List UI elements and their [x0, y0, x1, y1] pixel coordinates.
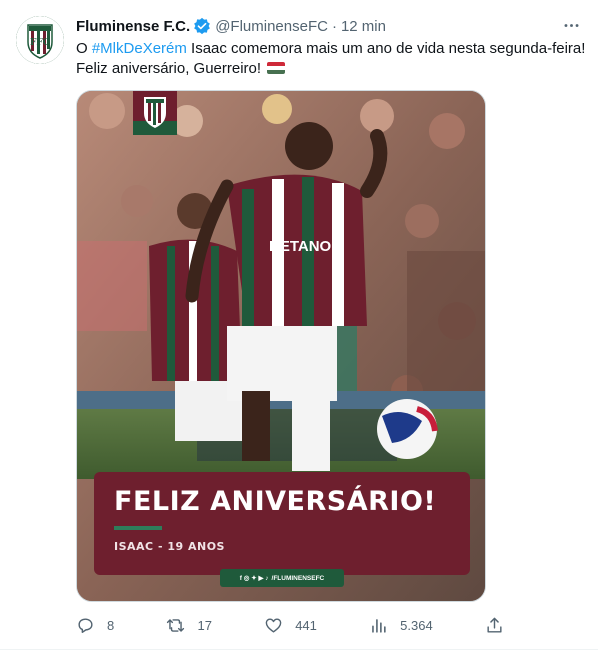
tweet-text: O #MlkDeXerém Isaac comemora mais um ano…	[76, 39, 586, 79]
hashtag-link[interactable]: #MlkDeXerém	[92, 40, 187, 57]
banner-title: FELIZ ANIVERSÁRIO!	[114, 486, 437, 517]
retweet-button[interactable]: 17	[166, 616, 212, 635]
birthday-banner: FELIZ ANIVERSÁRIO! ISAAC - 19 ANOS	[94, 472, 470, 575]
views-icon	[372, 618, 386, 633]
tweet-text-line2: Feliz aniversário, Guerreiro!	[76, 60, 266, 77]
verified-icon	[193, 17, 211, 35]
banner-subtitle: ISAAC - 19 ANOS	[114, 540, 225, 553]
banner-accent-bar	[114, 526, 162, 530]
fluminense-crest-icon: FFC	[16, 16, 64, 64]
club-badge-icon	[133, 91, 177, 135]
author-name[interactable]: Fluminense F.C.	[76, 18, 190, 35]
jersey-sponsor: BETANO	[269, 238, 332, 255]
tweet-timestamp[interactable]: 12 min	[341, 18, 386, 35]
football-icon	[377, 399, 438, 459]
hungary-flag-icon	[267, 62, 286, 74]
tweet-text-prefix: O	[76, 40, 92, 57]
tweet-card[interactable]: FFC Fluminense F.C. @FluminenseFC · 12 m…	[0, 0, 598, 650]
more-icon[interactable]	[558, 14, 584, 36]
reply-icon	[78, 617, 93, 633]
svg-text:FFC: FFC	[30, 38, 50, 48]
avatar[interactable]: FFC	[16, 16, 64, 64]
media-image[interactable]: BETANO FELIZ ANIVERSÁRIO! ISAAC - 19 ANO…	[76, 90, 486, 602]
views-button[interactable]: 5.364	[369, 616, 433, 635]
views-count: 5.364	[400, 617, 433, 633]
like-count: 441	[295, 617, 317, 633]
share-button[interactable]	[485, 616, 504, 635]
tweet-header: Fluminense F.C. @FluminenseFC · 12 min	[76, 16, 386, 36]
reply-count: 8	[107, 617, 115, 633]
social-handle: /FLUMINENSEFC	[271, 574, 325, 582]
like-icon	[265, 617, 282, 633]
share-icon	[487, 617, 502, 633]
author-handle[interactable]: @FluminenseFC	[215, 18, 328, 35]
action-bar: 8 17 441 5.364	[76, 612, 504, 638]
reply-button[interactable]: 8	[76, 616, 114, 635]
retweet-icon	[167, 618, 185, 632]
tweet-text-line1: Isaac comemora mais um ano de vida nesta…	[186, 40, 586, 57]
social-icons: f ◎ ✦ ▶ ♪	[239, 575, 269, 582]
like-button[interactable]: 441	[264, 616, 317, 635]
separator-dot: ·	[331, 17, 337, 35]
social-handle-tag: f ◎ ✦ ▶ ♪ /FLUMINENSEFC	[220, 569, 344, 587]
retweet-count: 17	[197, 617, 212, 633]
